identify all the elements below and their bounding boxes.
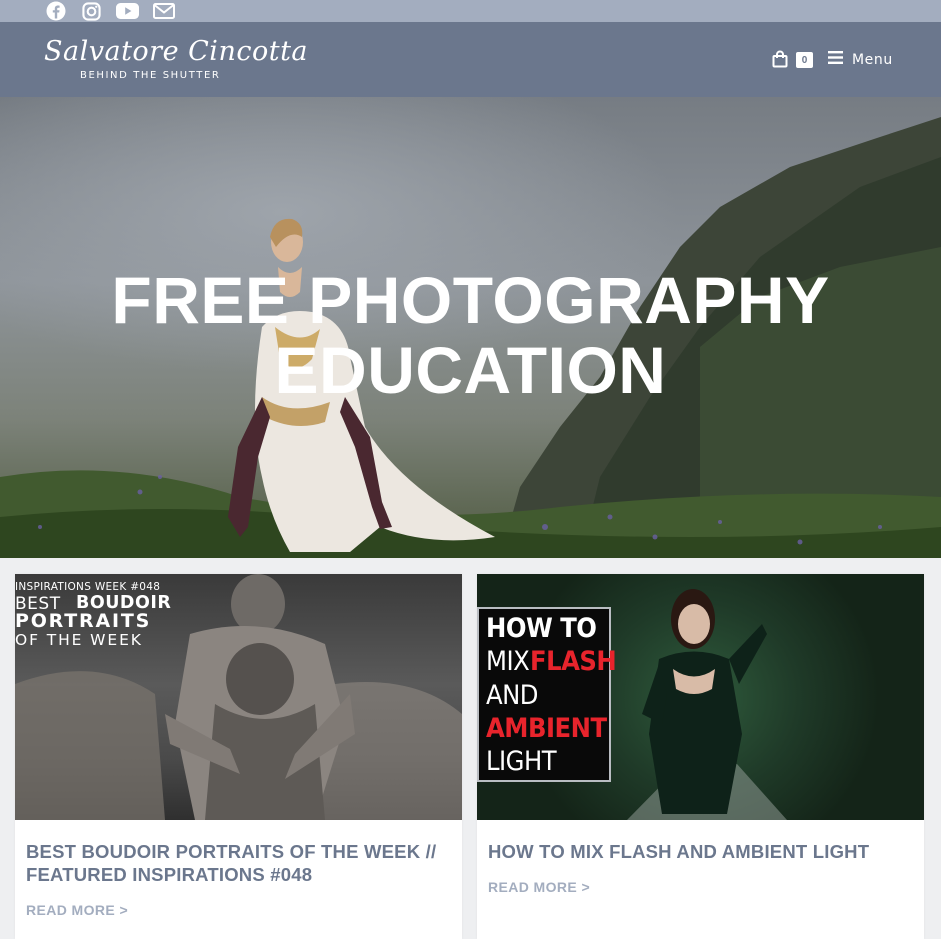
facebook-icon[interactable] [45, 1, 67, 21]
hero-title: FREE PHOTOGRAPHY EDUCATION [0, 265, 941, 405]
thumbnail-text-line-3: FLASH [530, 646, 617, 677]
thumbnail-text-line-6: LIGHT [486, 746, 557, 777]
logo-tagline: BEHIND THE SHUTTER [80, 70, 221, 81]
hero-title-line-1: FREE PHOTOGRAPHY [111, 263, 830, 337]
menu-button[interactable]: Menu [828, 49, 893, 71]
logo-script-text: Salvatore Cincotta [44, 36, 309, 67]
hamburger-icon [828, 51, 843, 69]
site-logo[interactable]: Salvatore Cincotta BEHIND THE SHUTTER [44, 36, 308, 84]
thumbnail-text-line-2: MIX [486, 646, 530, 677]
read-more-link[interactable]: READ MORE > [26, 902, 128, 918]
post-thumbnail[interactable]: INSPIRATIONS WEEK #048 BEST BOUDOIR PORT… [15, 574, 462, 820]
hero-title-line-2: EDUCATION [274, 333, 667, 407]
instagram-icon[interactable] [80, 1, 102, 21]
thumbnail-text-line-4: PORTRAITS [15, 610, 152, 632]
thumbnail-text-line-4: AND [486, 680, 539, 711]
post-title[interactable]: BEST BOUDOIR PORTRAITS OF THE WEEK // FE… [26, 840, 451, 886]
youtube-icon[interactable] [115, 1, 139, 21]
thumbnail-text-line-1: INSPIRATIONS WEEK #048 [15, 581, 161, 593]
menu-label: Menu [852, 52, 893, 68]
email-icon[interactable] [152, 1, 176, 21]
read-more-link[interactable]: READ MORE > [488, 879, 590, 895]
post-thumbnail[interactable]: HOW TO MIX FLASH AND AMBIENT LIGHT [477, 574, 924, 820]
post-card[interactable]: HOW TO MIX FLASH AND AMBIENT LIGHT HOW T… [477, 574, 924, 939]
post-title[interactable]: HOW TO MIX FLASH AND AMBIENT LIGHT [488, 840, 913, 863]
cart-count-badge: 0 [796, 52, 813, 68]
cart-button[interactable]: 0 [772, 49, 816, 71]
hero-banner: FREE PHOTOGRAPHY EDUCATION [0, 97, 941, 558]
thumbnail-text-line-5: AMBIENT [486, 713, 607, 744]
shopping-bag-icon [772, 50, 788, 73]
thumbnail-text-line-1: HOW TO [486, 613, 597, 644]
social-bar [0, 0, 941, 22]
thumbnail-text-line-5: OF THE WEEK [15, 631, 143, 649]
post-card[interactable]: INSPIRATIONS WEEK #048 BEST BOUDOIR PORT… [15, 574, 462, 939]
thumbnail-title-box: HOW TO MIX FLASH AND AMBIENT LIGHT [477, 607, 617, 782]
